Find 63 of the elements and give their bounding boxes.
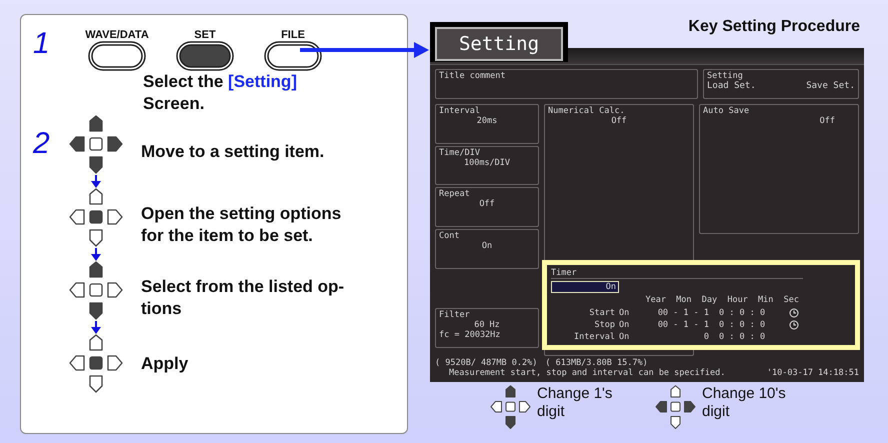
key-label: FILE xyxy=(281,29,305,41)
step-text: Move to a setting item. xyxy=(141,140,326,162)
legend-text: Change 10's digit xyxy=(702,385,787,421)
field-value: Off xyxy=(610,116,628,126)
step-text: Open the setting options for the item to be set. xyxy=(141,202,342,246)
field-label: Time/DIV xyxy=(439,148,481,158)
down-arrow-icon xyxy=(91,248,101,261)
setting-field[interactable]: Interval 20ms xyxy=(435,104,539,144)
step-number: 2 xyxy=(33,127,50,160)
status-datetime: '10-03-17 14:18:51 xyxy=(766,368,859,378)
field-value: Off xyxy=(478,199,496,210)
panel-label: Title comment xyxy=(439,71,507,81)
down-arrow-icon xyxy=(91,321,101,334)
page-title: Key Setting Procedure xyxy=(688,17,860,37)
pressed-key-icon xyxy=(176,41,234,71)
step-text: Apply xyxy=(141,353,190,375)
panel-label: Timer xyxy=(551,268,803,279)
field-label: Interval xyxy=(439,106,481,116)
step-number: 1 xyxy=(33,29,51,59)
field-value: 100ms/DIV xyxy=(462,158,512,168)
memory-status: ( 9520B/ 487MB 0.2%) xyxy=(435,358,538,368)
filter-field[interactable]: Filter 60 Hz fc = 20032Hz xyxy=(435,308,539,348)
field-value: On xyxy=(480,241,494,252)
timer-time: 0 : 0 : 0 xyxy=(719,308,766,318)
field-detail: fc = 20032Hz xyxy=(439,330,502,340)
timer-row-value[interactable]: On xyxy=(619,332,645,342)
key-icon xyxy=(88,41,146,71)
panel-label: Auto Save xyxy=(703,106,750,116)
timer-row-label: Start xyxy=(588,308,616,318)
setting-button[interactable]: Load Set. xyxy=(707,81,756,91)
field-label: Filter xyxy=(439,310,471,320)
field-value: 20ms xyxy=(476,116,498,126)
setting-button[interactable]: Save Set. xyxy=(806,81,855,91)
timer-row-value[interactable]: On xyxy=(619,320,645,330)
panel-label: Numerical Calc. xyxy=(548,106,626,116)
timer-column-headers: Year Mon Day Hour Min Sec xyxy=(644,295,800,306)
key-label: SET xyxy=(194,29,216,41)
legend-text: Change 1's digit xyxy=(537,385,614,421)
timer-date: 00 - 1 - 1 xyxy=(656,320,710,330)
field-value: 60 Hz xyxy=(473,320,501,330)
down-arrow-icon xyxy=(91,175,101,188)
timer-date: 0 xyxy=(702,332,710,342)
screen-tab-label: Setting xyxy=(435,27,563,61)
panel-label: Setting xyxy=(707,71,744,81)
setting-field[interactable]: Time/DIV 100ms/DIV xyxy=(435,146,539,186)
timer-value[interactable]: On xyxy=(551,280,619,293)
timer-time: 0 : 0 : 0 xyxy=(719,332,766,342)
field-label: Repeat xyxy=(439,189,471,200)
field-value: Off xyxy=(818,116,836,126)
key-icon xyxy=(264,41,322,71)
memory-status: ( 613MB/3.80B 15.7%) xyxy=(545,358,648,368)
step-text: Select from the listed op-tions xyxy=(141,276,346,320)
field-label: Cont xyxy=(439,231,460,242)
key-label: WAVE/DATA xyxy=(85,29,149,41)
status-message: Measurement start, stop and interval can be specified. xyxy=(449,368,726,378)
timer-row-value[interactable]: On xyxy=(619,308,645,318)
timer-date: 00 - 1 - 1 xyxy=(656,308,710,318)
timer-row-label: Interval xyxy=(573,332,616,342)
timer-row-label: Stop xyxy=(594,320,616,330)
setting-field[interactable]: Cont On xyxy=(435,229,539,269)
setting-field[interactable]: Repeat Off xyxy=(435,187,539,228)
step-text: Select the [Setting] Screen. xyxy=(142,71,298,115)
timer-time: 0 : 0 : 0 xyxy=(719,320,766,330)
